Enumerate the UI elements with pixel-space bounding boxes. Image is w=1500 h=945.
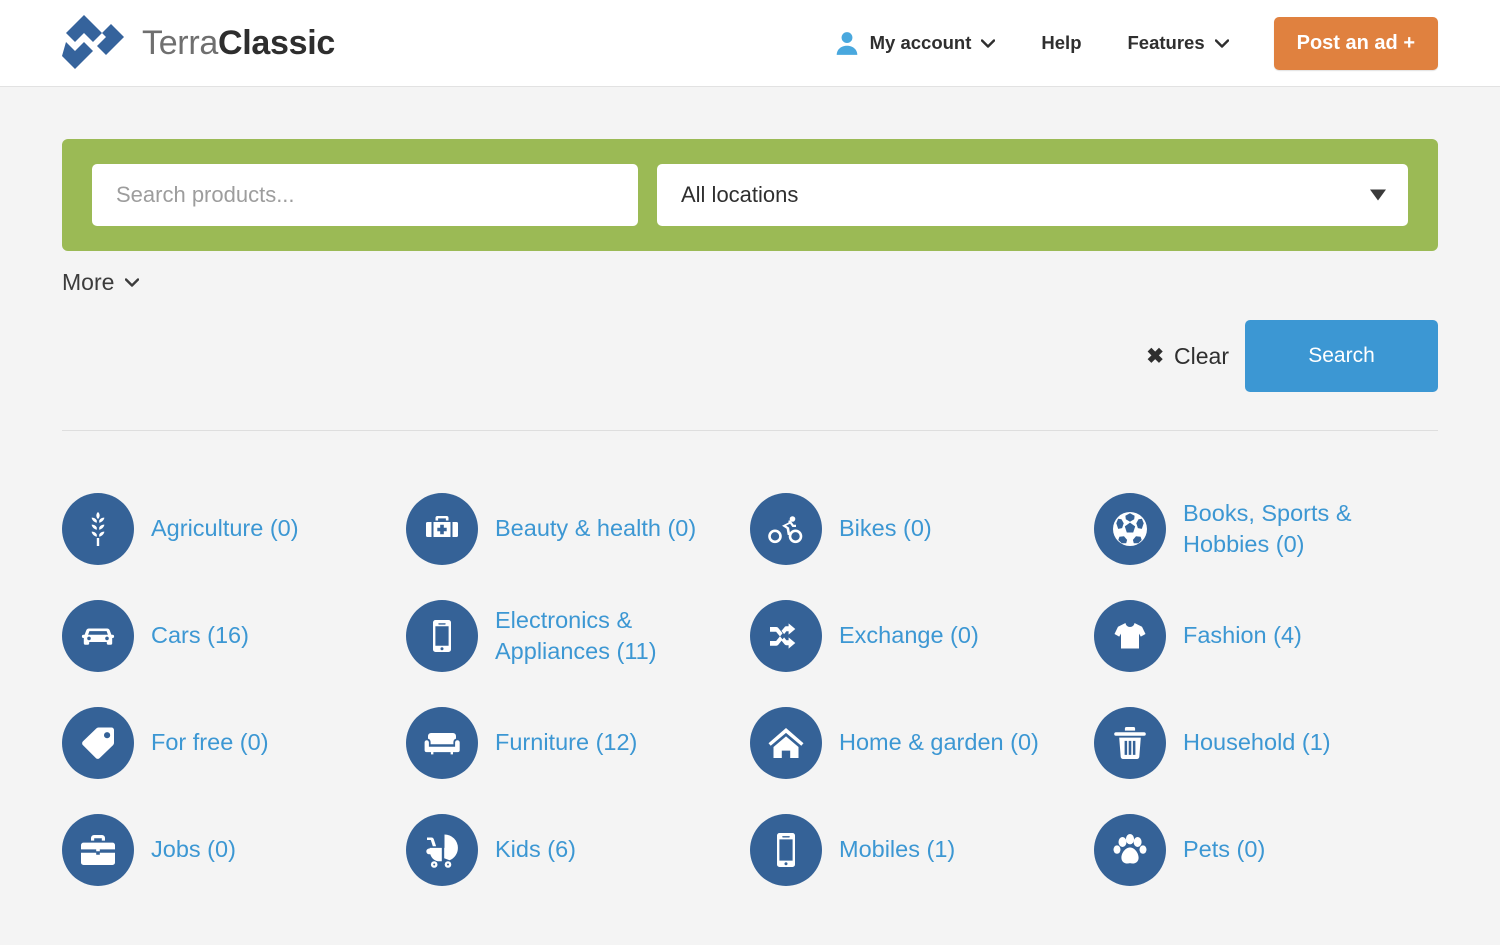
house-icon <box>750 707 822 779</box>
category-label: Jobs (0) <box>151 834 236 864</box>
triangle-down-icon <box>1370 190 1386 201</box>
clear-filters-link[interactable]: ✖ Clear <box>1146 343 1229 370</box>
location-select-value: All locations <box>681 182 798 208</box>
nav-item-features[interactable]: Features <box>1105 32 1252 54</box>
category-item-jobs[interactable]: Jobs (0) <box>62 796 406 903</box>
search-panel: All locations <box>62 139 1438 251</box>
category-item-exchange[interactable]: Exchange (0) <box>750 582 1094 689</box>
category-label: For free (0) <box>151 727 269 757</box>
tshirt-icon <box>1094 600 1166 672</box>
nav-item-features-label: Features <box>1128 32 1205 54</box>
smartphone-icon <box>406 600 478 672</box>
more-toggle-label: More <box>62 269 114 296</box>
nav-item-help[interactable]: Help <box>1018 32 1104 54</box>
search-button[interactable]: Search <box>1245 320 1438 392</box>
terraclassic-logo-icon <box>62 13 128 73</box>
nav-item-help-label: Help <box>1041 32 1081 54</box>
category-label: Cars (16) <box>151 620 249 650</box>
category-label: Electronics & Appliances (11) <box>495 605 745 665</box>
category-label: Household (1) <box>1183 727 1331 757</box>
close-x-icon: ✖ <box>1146 346 1164 367</box>
section-divider <box>62 430 1438 431</box>
shuffle-arrows-icon <box>750 600 822 672</box>
chevron-down-icon <box>1215 39 1229 48</box>
more-toggle-link[interactable]: More <box>62 269 139 296</box>
category-label: Fashion (4) <box>1183 620 1302 650</box>
category-item-books-sports-hobbies[interactable]: Books, Sports & Hobbies (0) <box>1094 475 1438 582</box>
category-item-furniture[interactable]: Furniture (12) <box>406 689 750 796</box>
search-actions-row: ✖ Clear Search <box>62 320 1438 392</box>
category-item-home-garden[interactable]: Home & garden (0) <box>750 689 1094 796</box>
chevron-down-icon <box>125 278 139 287</box>
category-label: Pets (0) <box>1183 834 1265 864</box>
medical-kit-icon <box>406 493 478 565</box>
category-item-cars[interactable]: Cars (16) <box>62 582 406 689</box>
category-item-household[interactable]: Household (1) <box>1094 689 1438 796</box>
more-row: More <box>62 269 1438 296</box>
category-label: Beauty & health (0) <box>495 513 696 543</box>
category-item-fashion[interactable]: Fashion (4) <box>1094 582 1438 689</box>
stroller-icon <box>406 814 478 886</box>
nav-item-my-account-label: My account <box>870 32 972 54</box>
user-avatar-icon <box>834 30 860 56</box>
post-an-ad-button[interactable]: Post an ad + <box>1274 17 1438 70</box>
briefcase-icon <box>62 814 134 886</box>
soccer-ball-icon <box>1094 493 1166 565</box>
category-label: Mobiles (1) <box>839 834 955 864</box>
category-label: Home & garden (0) <box>839 727 1039 757</box>
category-item-bikes[interactable]: Bikes (0) <box>750 475 1094 582</box>
category-item-for-free[interactable]: For free (0) <box>62 689 406 796</box>
category-item-kids[interactable]: Kids (6) <box>406 796 750 903</box>
category-label: Books, Sports & Hobbies (0) <box>1183 498 1433 558</box>
header-nav: My account Help Features Post an ad + <box>811 17 1438 70</box>
mobile-phone-icon <box>750 814 822 886</box>
location-select[interactable]: All locations <box>657 164 1408 226</box>
brand-name-light: Terra <box>142 24 218 62</box>
category-grid: Agriculture (0) Beauty & health (0) Bike… <box>62 475 1438 903</box>
brand-name: TerraClassic <box>142 24 335 63</box>
brand-logo-link[interactable]: TerraClassic <box>62 13 335 73</box>
trash-bin-icon <box>1094 707 1166 779</box>
search-input[interactable] <box>92 164 638 226</box>
wheat-icon <box>62 493 134 565</box>
price-tag-icon <box>62 707 134 779</box>
paw-print-icon <box>1094 814 1166 886</box>
bicycle-icon <box>750 493 822 565</box>
chevron-down-icon <box>981 39 995 48</box>
category-label: Agriculture (0) <box>151 513 299 543</box>
nav-item-my-account[interactable]: My account <box>811 30 1019 56</box>
site-header: TerraClassic My account Help Features Po… <box>0 0 1500 87</box>
clear-filters-label: Clear <box>1174 343 1229 370</box>
sofa-icon <box>406 707 478 779</box>
brand-name-bold: Classic <box>218 24 335 62</box>
category-item-electronics-appliances[interactable]: Electronics & Appliances (11) <box>406 582 750 689</box>
page-main: All locations More ✖ Clear Search Agricu… <box>0 139 1500 903</box>
car-icon <box>62 600 134 672</box>
category-label: Furniture (12) <box>495 727 637 757</box>
category-label: Bikes (0) <box>839 513 932 543</box>
category-item-beauty-health[interactable]: Beauty & health (0) <box>406 475 750 582</box>
category-item-agriculture[interactable]: Agriculture (0) <box>62 475 406 582</box>
category-label: Kids (6) <box>495 834 576 864</box>
category-item-mobiles[interactable]: Mobiles (1) <box>750 796 1094 903</box>
category-label: Exchange (0) <box>839 620 979 650</box>
category-item-pets[interactable]: Pets (0) <box>1094 796 1438 903</box>
